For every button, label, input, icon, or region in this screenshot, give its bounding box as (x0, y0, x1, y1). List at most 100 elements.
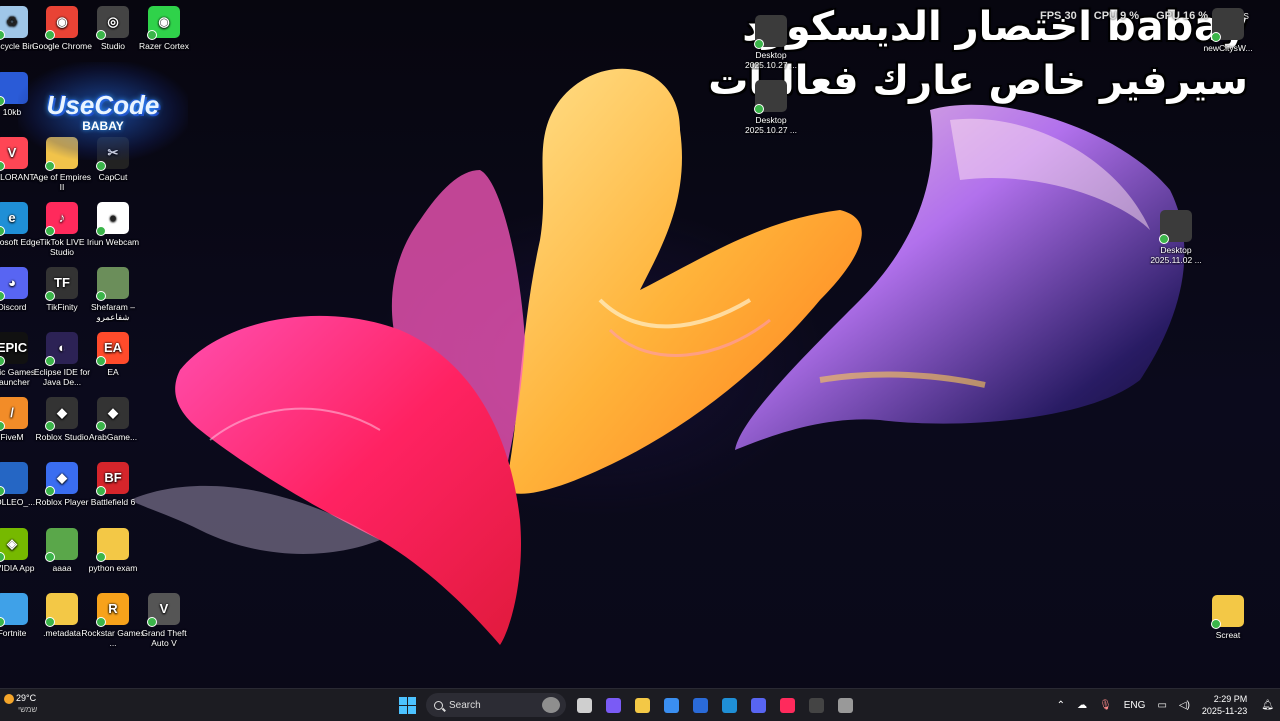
taskbar-file-explorer-button[interactable] (631, 693, 655, 717)
app-icon: R (96, 593, 129, 627)
discord-icon (751, 697, 766, 713)
usecode-logo: UseCode BABAY (18, 62, 188, 160)
desktop-icon[interactable]: newCitysW... (1196, 8, 1260, 53)
weather-temp: 29°C (16, 693, 37, 703)
desktop-icon[interactable]: EA EA (81, 332, 145, 377)
taskbar-task-view-button[interactable] (573, 693, 597, 717)
desktop-icon-label: Razer Cortex (138, 41, 190, 51)
system-tray: ⌃ ☁ 🎙︎ ENG ▭ ◁) 2:29 PM 2025-11-23 🔔︎ (1051, 689, 1280, 721)
logo-subtitle: BABAY (82, 118, 124, 133)
app-icon: EA (96, 332, 129, 366)
copilot-icon (606, 697, 621, 713)
desktop-icon-label: Battlefield 6 (90, 497, 136, 507)
sun-icon (4, 693, 14, 704)
app-icon: V (147, 593, 180, 627)
app-icon: / (0, 397, 28, 431)
logo-title: UseCode (46, 89, 160, 120)
app-icon (45, 593, 78, 627)
desktop-icon-label: Grand Theft Auto V (141, 628, 187, 648)
taskbar-tiktok-button[interactable] (776, 693, 800, 717)
desktop-icon-label: ArabGame... (88, 432, 138, 442)
desktop-icon[interactable]: Desktop 2025.11.02 ... (1144, 210, 1208, 265)
microphone-icon[interactable]: 🎙︎ (1099, 700, 1112, 711)
desktop-icon[interactable]: Desktop 2025.10.27 ... (739, 15, 803, 70)
app-icon: ● (96, 202, 129, 236)
desktop-icon[interactable]: Desktop 2025.10.27 ... (739, 80, 803, 135)
app-icon: TF (45, 267, 78, 301)
windows-icon (399, 696, 416, 714)
desktop-icon-label: Shefaram – شفاعمرو (91, 302, 135, 322)
mail-icon (693, 697, 708, 713)
language-indicator[interactable]: ENG (1124, 700, 1146, 711)
app-icon (1211, 8, 1244, 42)
desktop-icon-label: newCitysW... (1203, 43, 1253, 53)
network-icon[interactable]: ▭ (1157, 700, 1166, 711)
search-placeholder: Search (449, 699, 481, 711)
app-icon (45, 528, 78, 562)
edge-icon (722, 697, 737, 713)
app-icon: e (0, 202, 28, 236)
taskbar-discord-button[interactable] (747, 693, 771, 717)
app-icon: ♻ (0, 6, 28, 40)
clock-date: 2025-11-23 (1201, 706, 1248, 716)
taskbar-apps: Search (393, 693, 860, 717)
desktop-icon[interactable]: Shefaram – شفاعمرو (81, 267, 145, 322)
taskbar-mail-button[interactable] (689, 693, 713, 717)
app-icon (0, 462, 28, 496)
volume-icon[interactable]: ◁) (1179, 700, 1190, 711)
taskbar-copilot-button[interactable] (602, 693, 626, 717)
clock[interactable]: 2:29 PM 2025-11-23 (1202, 693, 1247, 717)
app-icon: EPIC (0, 332, 28, 366)
desktop-icon-label: EA (107, 367, 119, 377)
notification-bell-icon[interactable]: 🔔︎ (1261, 700, 1274, 711)
app-icon: ◎ (96, 6, 129, 40)
desktop-icon[interactable]: ● Iriun Webcam (81, 202, 145, 247)
taskbar: 29°C שמשי Search ⌃ ☁ 🎙︎ ENG ▭ ◁) 2:29 PM… (0, 688, 1280, 721)
desktop-icon-label: Iriun Webcam (86, 237, 140, 247)
app-icon: ◆ (45, 462, 78, 496)
app-icon: ◆ (96, 397, 129, 431)
desktop-icon[interactable]: Screat (1196, 595, 1260, 640)
file-explorer-icon (635, 697, 650, 713)
desktop-icon-label: CapCut (98, 172, 128, 182)
desktop-icon[interactable]: ◆ ArabGame... (81, 397, 145, 442)
desktop-icon[interactable]: ◉ Razer Cortex (132, 6, 196, 51)
search-highlight-icon (542, 697, 560, 713)
tikfinity-icon (809, 697, 824, 713)
cloud-icon[interactable]: ☁ (1077, 700, 1087, 711)
start-button[interactable] (396, 693, 420, 717)
app-icon (1211, 595, 1244, 629)
search-input[interactable]: Search (426, 693, 566, 717)
app-icon (754, 80, 787, 114)
weather-widget[interactable]: 29°C שמשי (4, 693, 37, 715)
app-icon: ◆ (45, 397, 78, 431)
clock-time: 2:29 PM (1213, 694, 1248, 704)
app-icon: ◐ (45, 332, 78, 366)
app-icon (0, 593, 28, 627)
desktop-icon-label: Desktop 2025.10.27 ... (745, 50, 797, 70)
desktop-icon[interactable]: V Grand Theft Auto V (132, 593, 196, 648)
chevron-up-icon[interactable]: ⌃ (1057, 700, 1065, 711)
taskbar-edge-button[interactable] (718, 693, 742, 717)
taskbar-tikfinity-button[interactable] (805, 693, 829, 717)
tiktok-icon (780, 697, 795, 713)
desktop-icon-label: Desktop 2025.11.02 ... (1150, 245, 1202, 265)
weather-condition: שמשי (18, 705, 38, 714)
app-icon: ◉ (147, 6, 180, 40)
app-icon: ◕ (0, 267, 28, 301)
desktop-icon[interactable]: BF Battlefield 6 (81, 462, 145, 507)
taskbar-settings-button[interactable] (834, 693, 858, 717)
task-view-icon (577, 697, 592, 713)
search-icon (434, 700, 443, 710)
desktop-icon-label: Desktop 2025.10.27 ... (745, 115, 797, 135)
desktop-icon[interactable]: python exam (81, 528, 145, 573)
desktop-icon-label: python exam (88, 563, 138, 573)
app-icon: BF (96, 462, 129, 496)
cpu-stat: CPU 9 % (1093, 10, 1140, 22)
app-icon (96, 267, 129, 301)
settings-icon (838, 697, 853, 713)
app-icon: ◈ (0, 528, 28, 562)
taskbar-microsoft-store-button[interactable] (660, 693, 684, 717)
fps-stat: FPS 30 (1040, 10, 1077, 22)
app-icon: ♪ (45, 202, 78, 236)
